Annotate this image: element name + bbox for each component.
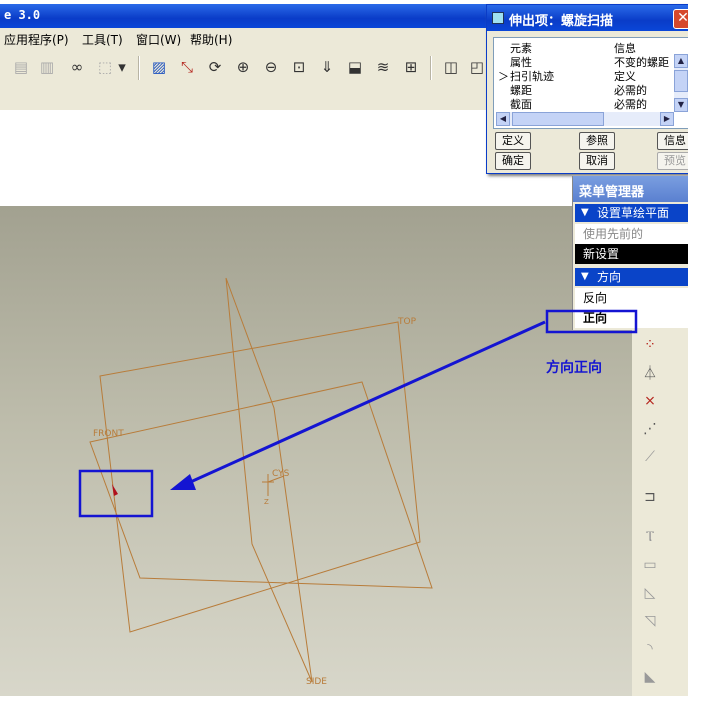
pointer-arrow — [185, 320, 546, 486]
highlight-box-okay — [545, 309, 638, 334]
torn-edge-bottom — [0, 696, 703, 708]
annotation-label: 方向正向 — [546, 360, 602, 376]
arrowhead-icon — [170, 474, 196, 490]
highlight-box-arrow — [78, 469, 154, 518]
torn-edge-right — [688, 0, 703, 708]
annotation-overlay — [78, 309, 638, 518]
